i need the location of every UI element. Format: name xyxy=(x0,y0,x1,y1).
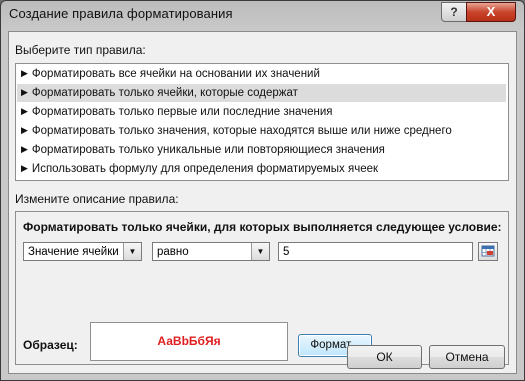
title-bar[interactable]: Создание правила форматирования ? X xyxy=(1,1,524,31)
rule-type-item-selected[interactable]: ▶ Форматировать только ячейки, которые со… xyxy=(17,84,506,102)
cancel-button[interactable]: Отмена xyxy=(429,345,505,369)
range-picker-button[interactable] xyxy=(478,242,498,261)
operator-select-value: равно xyxy=(157,246,189,258)
rule-type-item[interactable]: ▶ Использовать формулу для определения фо… xyxy=(17,160,506,178)
operator-select[interactable]: равно ▼ xyxy=(152,242,270,261)
arrow-right-icon: ▶ xyxy=(21,125,28,135)
close-button[interactable]: X xyxy=(466,2,516,22)
sample-label: Образец: xyxy=(23,338,78,352)
arrow-right-icon: ▶ xyxy=(21,163,28,173)
chevron-down-icon[interactable]: ▼ xyxy=(251,243,269,260)
format-preview: АаВbБбЯя xyxy=(90,322,288,361)
field-select-value: Значение ячейки xyxy=(28,246,119,258)
description-panel: Форматировать только ячейки, для которых… xyxy=(15,211,509,365)
rule-type-item-label: Форматировать только ячейки, которые сод… xyxy=(31,87,298,99)
field-select[interactable]: Значение ячейки ▼ xyxy=(23,242,142,261)
condition-title: Форматировать только ячейки, для которых… xyxy=(23,220,502,234)
rule-type-item-label: Форматировать только первые или последни… xyxy=(31,106,333,118)
arrow-right-icon: ▶ xyxy=(21,68,28,78)
rule-type-item[interactable]: ▶ Форматировать только первые или последн… xyxy=(17,103,506,121)
dialog-body: Выберите тип правила: ▶ Форматировать все… xyxy=(8,31,517,374)
rule-type-item-label: Форматировать только значения, которые н… xyxy=(31,125,452,137)
help-button[interactable]: ? xyxy=(441,2,467,22)
rule-type-item-label: Форматировать только уникальные или повт… xyxy=(31,144,385,156)
description-label: Измените описание правила: xyxy=(15,192,179,206)
rule-type-item-label: Использовать формулу для определения фор… xyxy=(31,163,379,175)
rule-type-item[interactable]: ▶ Форматировать только значения, которые … xyxy=(17,122,506,140)
range-picker-icon xyxy=(481,245,495,257)
dialog-title: Создание правила форматирования xyxy=(9,6,233,21)
rule-type-label: Выберите тип правила: xyxy=(15,43,146,57)
rule-type-item[interactable]: ▶ Форматировать все ячейки на основании и… xyxy=(17,65,506,83)
rule-type-item-label: Форматировать все ячейки на основании их… xyxy=(31,68,320,80)
rule-type-item[interactable]: ▶ Форматировать только уникальные или пов… xyxy=(17,141,506,159)
dialog-window: Создание правила форматирования ? X Выбе… xyxy=(0,0,525,381)
arrow-right-icon: ▶ xyxy=(21,144,28,154)
chevron-down-icon[interactable]: ▼ xyxy=(123,243,141,260)
arrow-right-icon: ▶ xyxy=(21,106,28,116)
rule-type-list[interactable]: ▶ Форматировать все ячейки на основании и… xyxy=(15,63,509,181)
arrow-right-icon: ▶ xyxy=(21,87,28,97)
value-input[interactable]: 5 xyxy=(278,242,473,261)
ok-button[interactable]: ОК xyxy=(347,345,422,369)
